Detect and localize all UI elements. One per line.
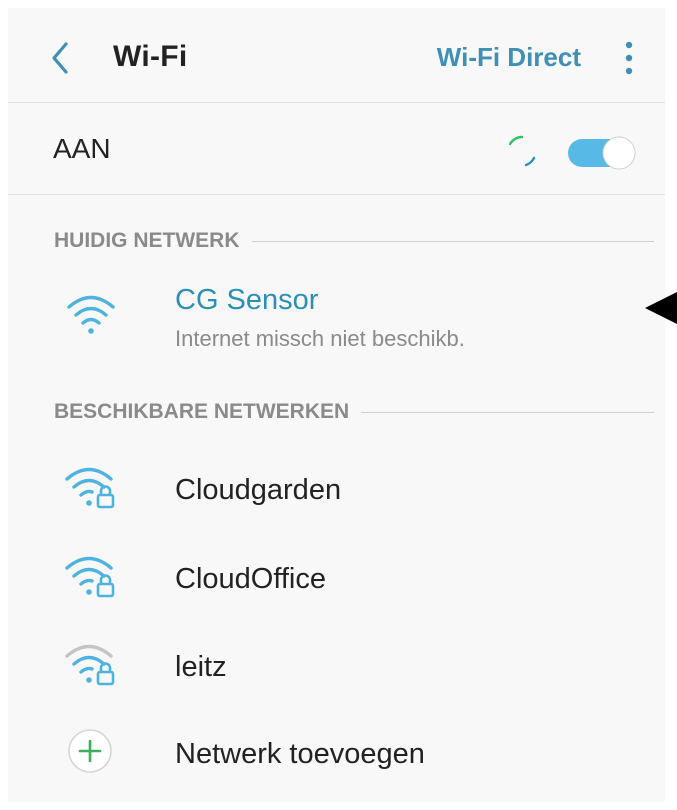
app-header: Wi-Fi Wi-Fi Direct	[8, 8, 665, 103]
plus-circle-icon	[68, 729, 112, 773]
network-name: CloudOffice	[175, 563, 326, 595]
wifi-lock-icon	[65, 556, 115, 598]
section-current-network: HUIDIG NETWERK	[54, 229, 654, 259]
network-name: leitz	[175, 651, 227, 683]
spinner-icon	[508, 135, 536, 167]
current-network-name: CG Sensor	[175, 284, 319, 316]
wifi-direct-button[interactable]: Wi-Fi Direct	[437, 42, 581, 73]
more-options-button[interactable]	[619, 38, 639, 78]
back-button[interactable]	[46, 38, 76, 78]
current-network-status: Internet missch niet beschikb.	[175, 326, 465, 351]
section-available-networks-label: BESCHIKBARE NETWERKEN	[54, 400, 362, 424]
network-row-cloudoffice[interactable]: CloudOffice	[8, 529, 665, 617]
network-row-leitz[interactable]: leitz	[8, 617, 665, 705]
wifi-settings-screen: Wi-Fi Wi-Fi Direct AAN HUIDIG NETWERK CG…	[8, 8, 665, 802]
wifi-lock-icon	[65, 644, 115, 686]
section-available-networks: BESCHIKBARE NETWERKEN	[54, 400, 654, 430]
chevron-left-icon	[52, 42, 68, 74]
wifi-toggle-switch[interactable]	[566, 136, 638, 170]
wifi-lock-icon	[65, 467, 115, 509]
wifi-toggle-row[interactable]: AAN	[8, 103, 665, 195]
page-title: Wi-Fi	[113, 40, 188, 73]
network-name: Cloudgarden	[175, 474, 342, 506]
wifi-state-label: AAN	[53, 133, 111, 164]
add-network-label: Netwerk toevoegen	[175, 738, 425, 770]
section-current-network-label: HUIDIG NETWERK	[54, 229, 252, 253]
pointer-arrow-icon	[645, 292, 677, 324]
current-network-row[interactable]: CG Sensor Internet missch niet beschikb.	[8, 270, 665, 358]
more-vertical-icon	[625, 41, 633, 75]
network-row-cloudgarden[interactable]: Cloudgarden	[8, 441, 665, 529]
add-network-row[interactable]: Netwerk toevoegen	[8, 705, 665, 793]
wifi-icon	[67, 295, 115, 334]
